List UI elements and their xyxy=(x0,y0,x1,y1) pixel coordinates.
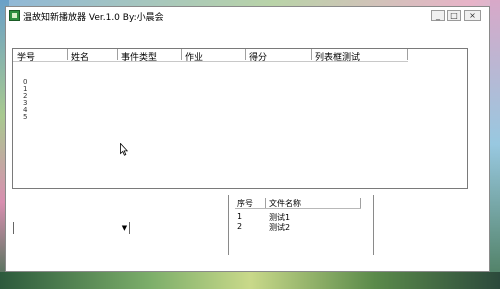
column-header-homework[interactable]: 作业 xyxy=(185,50,203,63)
main-list-header: 学号 姓名 事件类型 作业 得分 列表框测试 xyxy=(13,49,408,63)
column-header-score[interactable]: 得分 xyxy=(249,50,267,63)
desktop-background-bottom xyxy=(0,272,500,289)
column-separator[interactable] xyxy=(311,49,312,60)
column-separator[interactable] xyxy=(407,49,408,60)
file-list-header: 序号 文件名称 xyxy=(235,198,361,208)
header-divider xyxy=(235,208,361,209)
column-separator[interactable] xyxy=(265,198,266,208)
file-list-view[interactable]: 序号 文件名称 1 测试1 2 测试2 xyxy=(228,195,374,255)
column-separator[interactable] xyxy=(360,198,361,208)
column-separator[interactable] xyxy=(181,49,182,60)
column-separator[interactable] xyxy=(117,49,118,60)
list-item-name[interactable]: 测试2 xyxy=(269,222,290,233)
minimize-button[interactable]: _ xyxy=(431,10,445,21)
desktop-background-right xyxy=(490,0,500,289)
combo-box-edge xyxy=(13,222,14,234)
mouse-cursor-icon xyxy=(120,143,128,156)
combo-box-edge xyxy=(129,222,130,234)
app-window: 温故知新播放器 Ver.1.0 By:小晨会 _ □ × 学号 姓名 事件类型 … xyxy=(5,6,490,272)
dropdown-arrow-icon[interactable]: ▼ xyxy=(120,224,129,233)
title-bar[interactable]: 温故知新播放器 Ver.1.0 By:小晨会 _ □ × xyxy=(6,7,489,25)
column-header-id[interactable]: 学号 xyxy=(17,50,35,63)
column-separator[interactable] xyxy=(245,49,246,60)
maximize-button[interactable]: □ xyxy=(447,10,461,21)
main-list-view[interactable]: 学号 姓名 事件类型 作业 得分 列表框测试 0 1 2 3 4 5 xyxy=(12,48,468,189)
column-header-listbox-test[interactable]: 列表框测试 xyxy=(315,50,360,63)
combo-box[interactable]: ▼ xyxy=(13,222,130,236)
close-button[interactable]: × xyxy=(464,10,481,21)
list-item-index[interactable]: 2 xyxy=(237,222,242,231)
column-header-event-type[interactable]: 事件类型 xyxy=(121,50,157,63)
window-title: 温故知新播放器 Ver.1.0 By:小晨会 xyxy=(23,13,164,23)
column-separator[interactable] xyxy=(67,49,68,60)
column-header-name[interactable]: 姓名 xyxy=(71,50,89,63)
app-icon xyxy=(9,10,20,21)
list-item-index[interactable]: 1 xyxy=(237,212,242,221)
row-number[interactable]: 5 xyxy=(23,114,27,121)
header-divider xyxy=(13,61,408,62)
